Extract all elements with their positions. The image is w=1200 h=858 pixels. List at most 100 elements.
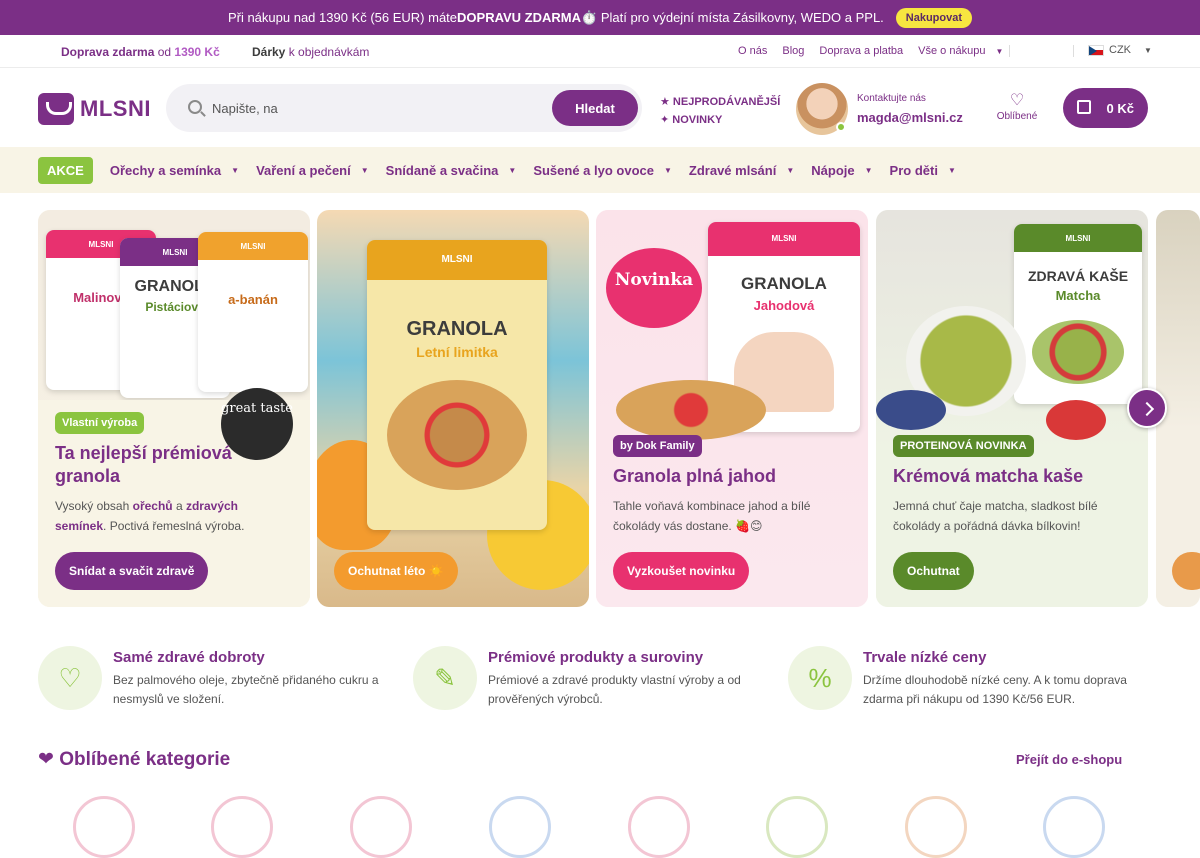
cart-button[interactable]: 0 Kč bbox=[1063, 88, 1148, 128]
carousel-next-button[interactable] bbox=[1127, 388, 1167, 428]
search-button[interactable]: Hledat bbox=[552, 90, 638, 126]
promo-text-after: ⏱️ Platí pro výdejní místa Zásilkovny, W… bbox=[581, 9, 884, 25]
nav-akce[interactable]: AKCE bbox=[38, 156, 93, 184]
category-tile[interactable] bbox=[628, 796, 690, 858]
slide-summer-granola[interactable]: MLSNI GRANOLA Letní limitka Ochutnat lét… bbox=[317, 210, 589, 607]
hero-carousel: MLSNI Malinová MLSNI GRANOLA Pistáciová … bbox=[38, 210, 1200, 607]
gifts-label: Dárky bbox=[252, 45, 286, 59]
slide-cta-button[interactable]: Ochutnat léto ☀️ bbox=[334, 552, 458, 590]
section-title: Oblíbené kategorie bbox=[59, 749, 231, 770]
currency-switcher[interactable]: CZK ▼ bbox=[1088, 44, 1152, 56]
free-shipping-label: Doprava zdarma bbox=[61, 45, 155, 59]
category-tile[interactable] bbox=[350, 796, 412, 858]
divider bbox=[1009, 45, 1010, 57]
link-blog[interactable]: Blog bbox=[782, 45, 804, 57]
nav-item-label: Sušené a lyo ovoce bbox=[533, 162, 654, 178]
pack-name: a-banán bbox=[228, 292, 278, 307]
granola-pack-image: MLSNI a-banán bbox=[198, 232, 308, 392]
pack-title: GRANOLA bbox=[406, 318, 508, 340]
feature-text: Prémiové a zdravé produkty vlastní výrob… bbox=[488, 673, 741, 706]
new-sticker: Novinka bbox=[606, 248, 702, 328]
online-status-icon bbox=[836, 122, 846, 132]
slide-title: Ta nejlepší prémiová granola bbox=[55, 443, 232, 486]
feature-title: Samé zdravé dobroty bbox=[113, 649, 265, 666]
link-about[interactable]: O nás bbox=[738, 45, 767, 57]
nav-item-dried-fruit[interactable]: Sušené a lyo ovoce ▼ bbox=[533, 163, 672, 178]
cart-total: 0 Kč bbox=[1106, 100, 1134, 116]
feature-healthy: ♡ Samé zdravé dobroty Bez palmového olej… bbox=[38, 646, 388, 716]
heart-icon: ♡ bbox=[1009, 92, 1025, 109]
slide-cta-button[interactable]: Snídat a svačit zdravě bbox=[55, 552, 209, 590]
slide-tag: Vlastní výroba bbox=[55, 412, 145, 434]
bestsellers-label: NEJPRODÁVANĚJŠÍ bbox=[672, 96, 781, 108]
link-shopping-info[interactable]: Vše o nákupu ▼ bbox=[918, 45, 1003, 57]
granola-pack-image: MLSNI GRANOLA Letní limitka bbox=[367, 240, 547, 530]
nav-item-label: Vaření a pečení bbox=[256, 162, 351, 178]
pack-subtitle: Letní limitka bbox=[416, 344, 498, 360]
promo-text-before: Při nákupu nad 1390 Kč (56 EUR) máte bbox=[227, 10, 458, 25]
favorite-categories-heading: ❤ Oblíbené kategorie bbox=[38, 748, 230, 771]
promo-shop-button[interactable]: Nakupovat bbox=[895, 7, 973, 28]
slide-matcha-porridge[interactable]: MLSNI ZDRAVÁ KAŠE Matcha PROTEINOVÁ NOVI… bbox=[876, 210, 1148, 607]
slide-tag: by Dok Family bbox=[613, 435, 702, 457]
slide-granola[interactable]: MLSNI Malinová MLSNI GRANOLA Pistáciová … bbox=[38, 210, 310, 607]
nav-item-cooking[interactable]: Vaření a pečení ▼ bbox=[256, 163, 369, 178]
search-input[interactable] bbox=[212, 84, 542, 132]
divider bbox=[1073, 45, 1074, 57]
search-icon bbox=[188, 100, 202, 114]
site-header: MLSNI Hledat ★ NEJPRODÁVANĚJŠÍ ✦ NOVINKY… bbox=[0, 69, 1200, 147]
chevron-down-icon: ▼ bbox=[231, 165, 240, 175]
category-tile[interactable] bbox=[1043, 796, 1105, 858]
nav-item-healthy-snacks[interactable]: Zdravé mlsání ▼ bbox=[689, 163, 794, 178]
search-bar: Hledat bbox=[166, 84, 642, 132]
slide-cta-button[interactable]: Vyzkoušet novinku bbox=[613, 552, 750, 590]
category-tile[interactable] bbox=[489, 796, 551, 858]
cart-icon bbox=[1077, 100, 1091, 114]
chevron-down-icon: ▼ bbox=[995, 47, 1004, 56]
price-tag-icon: % bbox=[788, 646, 852, 710]
currency-label: CZK bbox=[1109, 44, 1131, 56]
logo[interactable]: MLSNI bbox=[38, 93, 151, 125]
category-tile[interactable] bbox=[905, 796, 967, 858]
nav-item-label: Pro děti bbox=[889, 162, 938, 178]
contact-label: Kontaktujte nás bbox=[857, 93, 926, 104]
favorites-link[interactable]: ♡ Oblíbené bbox=[995, 91, 1039, 122]
bestsellers-link[interactable]: ★ NEJPRODÁVANĚJŠÍ bbox=[660, 93, 780, 111]
feature-title: Prémiové produkty a suroviny bbox=[488, 649, 704, 666]
chevron-down-icon: ▼ bbox=[663, 165, 672, 175]
contact-block[interactable]: Kontaktujte nás magda@mlsni.cz bbox=[796, 83, 976, 135]
category-tile[interactable] bbox=[766, 796, 828, 858]
nav-item-breakfast[interactable]: Snídaně a svačina ▼ bbox=[386, 163, 517, 178]
news-link[interactable]: ✦ NOVINKY bbox=[660, 111, 780, 129]
chevron-down-icon: ▼ bbox=[786, 165, 795, 175]
news-label: NOVINKY bbox=[672, 114, 723, 126]
slide-tag: PROTEINOVÁ NOVINKA bbox=[893, 435, 1034, 457]
feature-text: Bez palmového oleje, zbytečně přidaného … bbox=[113, 673, 379, 706]
gifts-note[interactable]: Dárky k objednávkám bbox=[252, 45, 369, 59]
nav-item-drinks[interactable]: Nápoje ▼ bbox=[811, 163, 872, 178]
feature-premium: ✎ Prémiové produkty a suroviny Prémiové … bbox=[413, 646, 763, 716]
nav-item-kids[interactable]: Pro děti ▼ bbox=[890, 163, 956, 178]
category-tile[interactable] bbox=[73, 796, 135, 858]
free-shipping-amount: 1390 Kč bbox=[174, 45, 220, 59]
chevron-down-icon: ▼ bbox=[508, 165, 517, 175]
category-tile[interactable] bbox=[211, 796, 273, 858]
sparkle-icon: ✦ bbox=[660, 114, 673, 126]
pack-title: ZDRAVÁ KAŠE bbox=[1027, 268, 1129, 284]
star-icon: ★ bbox=[660, 96, 673, 108]
feature-title: Trvale nízké ceny bbox=[863, 649, 987, 666]
gifts-text: k objednávkám bbox=[285, 45, 370, 59]
contact-email[interactable]: magda@mlsni.cz bbox=[857, 110, 963, 125]
nav-item-nuts[interactable]: Ořechy a semínka ▼ bbox=[110, 163, 239, 178]
slide-strawberry-granola[interactable]: Novinka MLSNI GRANOLA Jahodová by Dok Fa… bbox=[596, 210, 868, 607]
feature-prices: % Trvale nízké ceny Držíme dlouhodobě ní… bbox=[788, 646, 1138, 716]
logo-wordmark: MLSNI bbox=[80, 96, 151, 121]
top-links: O nás Blog Doprava a platba Vše o nákupu… bbox=[738, 45, 1003, 57]
link-shipping-payment[interactable]: Doprava a platba bbox=[819, 45, 903, 57]
feature-text: Držíme dlouhodobě nízké ceny. A k tomu d… bbox=[863, 673, 1127, 706]
slide-description: Tahle voňavá kombinace jahod a bílé čoko… bbox=[613, 499, 811, 533]
go-to-eshop-link[interactable]: Přejít do e-shopu bbox=[1016, 752, 1122, 767]
slide-cta-button[interactable]: Ochutnat bbox=[893, 552, 974, 590]
award-badge-text: great taste bbox=[221, 401, 293, 416]
porridge-pack-image: MLSNI ZDRAVÁ KAŠE Matcha bbox=[1014, 224, 1142, 404]
